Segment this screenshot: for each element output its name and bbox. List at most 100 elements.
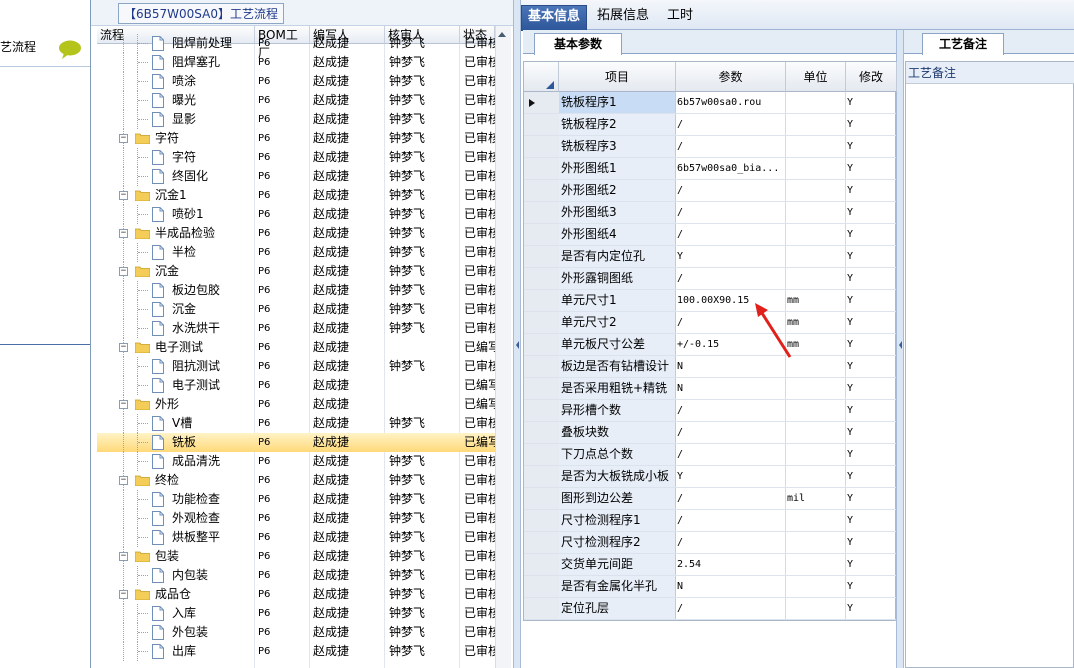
param-row[interactable]: 外形露铜图纸 / Y xyxy=(524,268,896,290)
param-unit-cell[interactable] xyxy=(786,598,846,619)
param-row[interactable]: 是否采用粗铣+精铣 N Y xyxy=(524,378,896,400)
param-modify-cell[interactable]: Y xyxy=(846,312,896,333)
collapse-toggle-icon[interactable]: − xyxy=(119,552,128,561)
tree-item-label[interactable]: 显影 xyxy=(172,110,255,129)
row-indicator[interactable] xyxy=(524,510,560,531)
row-indicator[interactable] xyxy=(524,224,560,245)
tree-item-label[interactable]: 电子测试 xyxy=(172,376,255,395)
row-indicator[interactable] xyxy=(524,290,560,311)
tree-row[interactable]: 终固化 P6 赵成捷 钟梦飞 已审核 xyxy=(97,167,495,186)
collapse-toggle-icon[interactable]: − xyxy=(119,476,128,485)
collapse-toggle-icon[interactable]: − xyxy=(119,134,128,143)
param-row[interactable]: 是否为大板铣成小板 Y Y xyxy=(524,466,896,488)
param-row[interactable]: 铣板程序1 6b57w00sa0.rou Y xyxy=(524,92,896,114)
param-unit-cell[interactable]: mil xyxy=(786,488,846,509)
param-modify-cell[interactable]: Y xyxy=(846,554,896,575)
collapse-toggle-icon[interactable]: − xyxy=(119,191,128,200)
tree-item-label[interactable]: 成品仓 xyxy=(155,585,255,604)
tree-item-label[interactable]: 曝光 xyxy=(172,91,255,110)
param-row[interactable]: 尺寸检测程序2/ Y xyxy=(524,532,896,554)
param-value-cell[interactable]: / xyxy=(676,444,786,465)
param-value-cell[interactable]: N xyxy=(676,378,786,399)
tree-row[interactable]: 入库 P6 赵成捷 钟梦飞 已审核 xyxy=(97,604,495,623)
param-row[interactable]: 交货单元间距 2.54 Y xyxy=(524,554,896,576)
tree-row[interactable]: 板边包胶 P6 赵成捷 钟梦飞 已审核 xyxy=(97,281,495,300)
param-value-cell[interactable]: 2.54 xyxy=(676,554,786,575)
tree-row[interactable]: − 包装 P6 赵成捷 钟梦飞 已审核 xyxy=(97,547,495,566)
params-remarks-splitter[interactable] xyxy=(896,30,904,668)
tab-work-hours[interactable]: 工时 xyxy=(661,5,699,29)
tree-item-label[interactable]: 成品清洗 xyxy=(172,452,255,471)
column-header-item[interactable]: 项目 xyxy=(559,62,676,92)
param-modify-cell[interactable]: Y xyxy=(846,466,896,487)
tree-row[interactable]: 功能检查 P6 赵成捷 钟梦飞 已审核 xyxy=(97,490,495,509)
param-row[interactable]: 下刀点总个数 / Y xyxy=(524,444,896,466)
param-row[interactable]: 叠板块数 / Y xyxy=(524,422,896,444)
tree-row[interactable]: 外观检查 P6 赵成捷 钟梦飞 已审核 xyxy=(97,509,495,528)
tree-row[interactable]: 内包装 P6 赵成捷 钟梦飞 已审核 xyxy=(97,566,495,585)
tree-item-label[interactable]: 入库 xyxy=(172,604,255,623)
tree-item-label[interactable]: 沉金1 xyxy=(155,186,255,205)
tree-item-label[interactable]: 外观检查 xyxy=(172,509,255,528)
param-unit-cell[interactable] xyxy=(786,532,846,553)
remarks-panel[interactable] xyxy=(905,61,1074,668)
param-unit-cell[interactable] xyxy=(786,268,846,289)
param-row[interactable]: 外形图纸2/ Y xyxy=(524,180,896,202)
param-value-cell[interactable]: 6b57w00sa0.rou xyxy=(676,92,786,113)
param-unit-cell[interactable] xyxy=(786,246,846,267)
tree-item-label[interactable]: 终固化 xyxy=(172,167,255,186)
tree-item-label[interactable]: 包装 xyxy=(155,547,255,566)
column-header-modify[interactable]: 修改 xyxy=(846,62,897,92)
tree-item-label[interactable]: 水洗烘干 xyxy=(172,319,255,338)
row-indicator[interactable] xyxy=(524,92,560,113)
param-modify-cell[interactable]: Y xyxy=(846,268,896,289)
tree-item-label[interactable]: 喷砂1 xyxy=(172,205,255,224)
chat-bubble-icon[interactable] xyxy=(58,40,82,60)
collapse-toggle-icon[interactable]: − xyxy=(119,590,128,599)
tree-item-label[interactable]: 字符 xyxy=(155,129,255,148)
param-row[interactable]: 单元尺寸1 100.00X90.15 mm Y xyxy=(524,290,896,312)
param-value-cell[interactable]: N xyxy=(676,576,786,597)
param-modify-cell[interactable]: Y xyxy=(846,400,896,421)
tree-item-label[interactable]: 阻焊前处理 xyxy=(172,34,255,53)
tree-item-label[interactable]: 烘板整平 xyxy=(172,528,255,547)
tree-item-label[interactable]: 铣板 xyxy=(172,433,255,452)
row-indicator[interactable] xyxy=(524,554,560,575)
tree-row[interactable]: 曝光 P6 赵成捷 钟梦飞 已审核 xyxy=(97,91,495,110)
splitter-grip-icon[interactable] xyxy=(898,336,903,354)
tree-row[interactable]: − 字符 P6 赵成捷 钟梦飞 已审核 xyxy=(97,129,495,148)
param-modify-cell[interactable]: Y xyxy=(846,136,896,157)
param-unit-cell[interactable] xyxy=(786,114,846,135)
tree-item-label[interactable]: 字符 xyxy=(172,148,255,167)
tree-row[interactable]: 水洗烘干 P6 赵成捷 钟梦飞 已审核 xyxy=(97,319,495,338)
param-row[interactable]: 是否有内定位孔 Y Y xyxy=(524,246,896,268)
param-modify-cell[interactable]: Y xyxy=(846,180,896,201)
tree-item-label[interactable]: 功能检查 xyxy=(172,490,255,509)
param-row[interactable]: 铣板程序3/ Y xyxy=(524,136,896,158)
row-indicator[interactable] xyxy=(524,598,560,619)
tree-row[interactable]: 半检 P6 赵成捷 钟梦飞 已审核 xyxy=(97,243,495,262)
tree-item-label[interactable]: V槽 xyxy=(172,414,255,433)
tree-row[interactable]: 沉金 P6 赵成捷 钟梦飞 已审核 xyxy=(97,300,495,319)
row-indicator[interactable] xyxy=(524,202,560,223)
row-indicator[interactable] xyxy=(524,334,560,355)
param-unit-cell[interactable] xyxy=(786,378,846,399)
param-modify-cell[interactable]: Y xyxy=(846,290,896,311)
param-modify-cell[interactable]: Y xyxy=(846,246,896,267)
param-value-cell[interactable]: 6b57w00sa0_bia... xyxy=(676,158,786,179)
param-unit-cell[interactable] xyxy=(786,136,846,157)
param-row[interactable]: 单元尺寸2/mm Y xyxy=(524,312,896,334)
row-indicator[interactable] xyxy=(524,180,560,201)
tree-row[interactable]: − 沉金1 P6 赵成捷 钟梦飞 已审核 xyxy=(97,186,495,205)
row-indicator[interactable] xyxy=(524,378,560,399)
tree-row[interactable]: 显影 P6 赵成捷 钟梦飞 已审核 xyxy=(97,110,495,129)
param-row[interactable]: 铣板程序2/ Y xyxy=(524,114,896,136)
param-unit-cell[interactable] xyxy=(786,510,846,531)
row-indicator[interactable] xyxy=(524,312,560,333)
splitter-grip-icon[interactable] xyxy=(515,336,520,354)
param-unit-cell[interactable] xyxy=(786,444,846,465)
params-grid[interactable]: 项目 参数 单位 修改 铣板程序1 6b57w00sa0.rou Y 铣板程序2/Y 铣… xyxy=(523,61,897,621)
param-row[interactable]: 异形槽个数 / Y xyxy=(524,400,896,422)
param-modify-cell[interactable]: Y xyxy=(846,92,896,113)
tree-row[interactable]: − 终检 P6 赵成捷 钟梦飞 已审核 xyxy=(97,471,495,490)
